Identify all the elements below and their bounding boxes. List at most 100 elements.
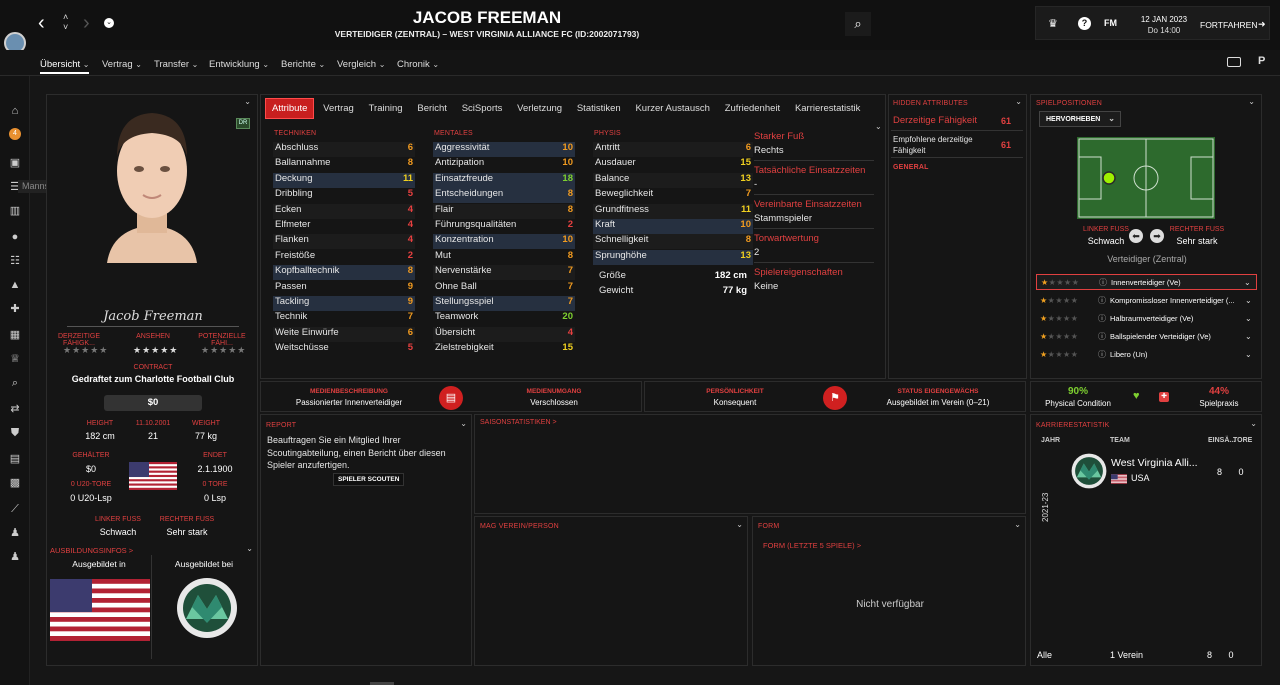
role-info-icon[interactable]: ⓘ	[1098, 295, 1110, 306]
attribute-row[interactable]: Stellungsspiel 7	[433, 296, 575, 311]
role-row[interactable]: ★★★★★ ⓘ Innenverteidiger (Ve) ⌄	[1036, 274, 1257, 290]
attribute-row[interactable]: Entscheidungen 8	[433, 188, 575, 204]
nav-vergleich[interactable]: Vergleich ⌄	[337, 59, 385, 70]
attribute-row[interactable]: Freistöße 2	[273, 250, 415, 265]
stats-icon[interactable]: ⟋	[8, 502, 22, 516]
medical-icon[interactable]: ✚	[8, 302, 22, 316]
role-info-icon[interactable]: ⓘ	[1098, 349, 1110, 360]
attribute-row[interactable]: Teamwork 20	[433, 311, 575, 326]
favored-chevron-icon[interactable]: ⌄	[736, 520, 743, 529]
attribute-row[interactable]: Kopfballtechnik 8	[273, 265, 415, 281]
search-icon[interactable]: ⌕	[845, 12, 871, 36]
attribute-row[interactable]: Passen 9	[273, 281, 415, 296]
back-arrow-icon[interactable]: ‹	[38, 12, 45, 35]
forward-arrow-icon[interactable]: ›	[83, 12, 90, 35]
career-team-link[interactable]: West Virginia Alli...	[1111, 457, 1207, 469]
role-chevron-icon[interactable]: ⌄	[1245, 332, 1257, 341]
attribute-row[interactable]: Kraft 10	[593, 219, 753, 234]
role-chevron-icon[interactable]: ⌄	[1245, 314, 1257, 323]
role-row[interactable]: ★★★★★ ⓘ Ballspielender Verteidiger (Ve) ⌄	[1036, 328, 1257, 344]
role-chevron-icon[interactable]: ⌄	[1245, 296, 1257, 305]
p-icon[interactable]: P	[1258, 55, 1265, 67]
attribute-row[interactable]: Technik 7	[273, 311, 415, 326]
attribute-row[interactable]: Führungsqualitäten 2	[433, 219, 575, 234]
nav-uebersicht[interactable]: Übersicht ⌄	[40, 59, 90, 74]
training-icon[interactable]: ▲	[8, 278, 22, 292]
attribute-row[interactable]: Schnelligkeit 8	[593, 234, 753, 250]
nav-transfer[interactable]: Transfer ⌄	[154, 59, 198, 70]
role-info-icon[interactable]: ⓘ	[1099, 277, 1111, 288]
finances-icon[interactable]: ▤	[8, 452, 22, 466]
attribute-row[interactable]: Übersicht 4	[433, 326, 575, 342]
nav-vertrag[interactable]: Vertrag ⌄	[102, 59, 142, 70]
schedule-icon[interactable]: ▥	[8, 204, 22, 218]
tab-zufriedenheit[interactable]: Zufriedenheit	[719, 99, 786, 118]
hidden-chevron-icon[interactable]: ⌄	[1015, 97, 1022, 106]
attribute-row[interactable]: Weite Einwürfe 6	[273, 326, 415, 342]
tab-attribute[interactable]: Attribute	[265, 98, 315, 119]
attribute-row[interactable]: Beweglichkeit 7	[593, 188, 753, 203]
attribute-row[interactable]: Grundfitness 11	[593, 203, 753, 219]
inbox-icon[interactable]: 4	[9, 128, 21, 140]
continue-arrow-icon[interactable]: ➜	[1258, 19, 1266, 30]
training-chevron-icon[interactable]: ⌄	[246, 544, 253, 553]
trophy-rail-icon[interactable]: ♕	[8, 352, 22, 366]
squad-icon[interactable]: ▣	[8, 156, 22, 170]
form-chevron-icon[interactable]: ⌄	[1014, 520, 1021, 529]
attribute-row[interactable]: Ohne Ball 7	[433, 281, 575, 296]
fm-menu-button[interactable]: FM	[1104, 18, 1117, 28]
attribute-row[interactable]: Aggressivität 10	[433, 142, 575, 157]
attribute-row[interactable]: Ausdauer 15	[593, 157, 753, 172]
positions-chevron-icon[interactable]: ⌄	[1248, 97, 1255, 106]
attributes-chevron-icon[interactable]: ⌄	[875, 122, 882, 131]
role-info-icon[interactable]: ⓘ	[1098, 331, 1110, 342]
ball-icon[interactable]: ●	[8, 230, 22, 244]
help-icon[interactable]: ?	[1078, 17, 1091, 30]
attribute-row[interactable]: Deckung 11	[273, 172, 415, 188]
attribute-row[interactable]: Dribbling 5	[273, 188, 415, 203]
form-last5-link[interactable]: FORM (LETZTE 5 SPIELE) >	[763, 541, 861, 550]
role-chevron-icon[interactable]: ⌄	[1245, 350, 1257, 359]
manager-icon[interactable]: ♟	[8, 526, 22, 540]
scouting-icon[interactable]: ⌕	[8, 376, 22, 390]
attribute-row[interactable]: Ballannahme 8	[273, 157, 415, 172]
role-row[interactable]: ★★★★★ ⓘ Halbraumverteidiger (Ve) ⌄	[1036, 310, 1257, 326]
staff-icon[interactable]: ☷	[8, 254, 22, 268]
training-info-link[interactable]: AUSBILDUNGSINFOS >	[50, 546, 133, 555]
highlight-dropdown[interactable]: HERVORHEBEN ⌄	[1039, 111, 1121, 127]
attribute-row[interactable]: Weitschüsse 5	[273, 342, 415, 357]
attribute-row[interactable]: Mut 8	[433, 250, 575, 265]
screen-icon[interactable]	[1227, 57, 1241, 67]
scout-player-button[interactable]: SPIELER SCOUTEN	[333, 473, 405, 486]
home-icon[interactable]: ⌂	[8, 104, 22, 118]
attribute-row[interactable]: Ecken 4	[273, 203, 415, 219]
attribute-row[interactable]: Konzentration 10	[433, 234, 575, 250]
tab-karrierestatistik[interactable]: Karrierestatistik	[789, 99, 866, 118]
season-stats-link[interactable]: SAISONSTATISTIKEN >	[480, 419, 557, 426]
transfers-icon[interactable]: ⇄	[8, 402, 22, 416]
attribute-row[interactable]: Balance 13	[593, 172, 753, 188]
calendar-icon[interactable]: ▦	[8, 328, 22, 342]
tab-scisports[interactable]: SciSports	[456, 99, 509, 118]
profile-chevron-icon[interactable]: ⌄	[244, 97, 251, 106]
role-info-icon[interactable]: ⓘ	[1098, 313, 1110, 324]
role-row[interactable]: ★★★★★ ⓘ Kompromissloser Innenverteidiger (…	[1036, 292, 1257, 308]
nav-entwicklung[interactable]: Entwicklung ⌄	[209, 59, 269, 70]
tab-verletzung[interactable]: Verletzung	[511, 99, 568, 118]
nav-berichte[interactable]: Berichte ⌄	[281, 59, 325, 70]
attribute-row[interactable]: Zielstrebigkeit 15	[433, 342, 575, 357]
club-icon[interactable]: ⛊	[8, 426, 22, 440]
tab-kurzer-austausch[interactable]: Kurzer Austausch	[629, 99, 715, 118]
attribute-row[interactable]: Nervenstärke 7	[433, 265, 575, 281]
attribute-row[interactable]: Flair 8	[433, 203, 575, 219]
attribute-row[interactable]: Flanken 4	[273, 234, 415, 250]
up-down-arrows-icon[interactable]: ˄ ˅	[63, 12, 68, 32]
role-chevron-icon[interactable]: ⌄	[1244, 278, 1256, 287]
tab-vertrag[interactable]: Vertrag	[317, 99, 360, 118]
continue-button[interactable]: FORTFAHREN	[1200, 20, 1257, 30]
career-chevron-icon[interactable]: ⌄	[1250, 419, 1257, 428]
nav-chronik[interactable]: Chronik ⌄	[397, 59, 439, 70]
attribute-row[interactable]: Sprunghöhe 13	[593, 249, 753, 265]
attribute-row[interactable]: Antizipation 10	[433, 157, 575, 172]
attribute-row[interactable]: Tackling 9	[273, 296, 415, 311]
